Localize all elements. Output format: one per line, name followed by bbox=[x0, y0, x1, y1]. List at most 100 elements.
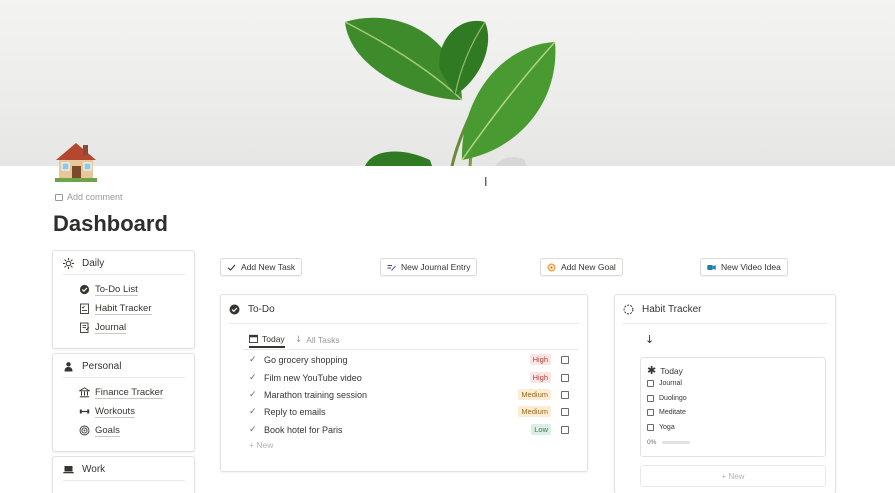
house-emoji-icon[interactable] bbox=[53, 138, 99, 184]
task-name: Marathon training session bbox=[264, 389, 368, 400]
divider bbox=[229, 323, 579, 324]
checkmark-icon: ✓ bbox=[249, 406, 257, 416]
tab-all-tasks[interactable]: ↓ All Tasks bbox=[295, 332, 340, 348]
tab-today[interactable]: Today bbox=[249, 332, 285, 348]
sidebar-item-goals[interactable]: Goals bbox=[63, 421, 184, 440]
todo-title: To-Do bbox=[248, 304, 275, 315]
task-checkbox[interactable] bbox=[561, 355, 569, 364]
habit-item[interactable]: Yoga bbox=[647, 424, 675, 431]
asterisk-icon: ✱ bbox=[647, 364, 657, 377]
habit-checkbox[interactable] bbox=[647, 395, 654, 402]
dumbbell-icon bbox=[79, 406, 90, 417]
page-title[interactable]: Dashboard bbox=[53, 211, 168, 237]
add-new-goal-label: Add New Goal bbox=[561, 262, 616, 272]
person-icon bbox=[63, 361, 74, 372]
progress-label: 0% bbox=[647, 439, 657, 446]
arrow-down-icon: ↓ bbox=[294, 335, 303, 345]
task-name: Reply to emails bbox=[264, 406, 326, 417]
sidebar-item-workouts[interactable]: Workouts bbox=[63, 402, 184, 421]
work-title: Work bbox=[82, 464, 106, 475]
todo-tabs: Today ↓ All Tasks bbox=[249, 332, 340, 348]
add-comment-label: Add comment bbox=[67, 192, 123, 202]
tab-label: Today bbox=[262, 334, 285, 344]
task-checkbox[interactable] bbox=[561, 373, 569, 382]
habit-label: Meditate bbox=[659, 409, 686, 416]
habit-item[interactable]: Duolingo bbox=[647, 395, 687, 402]
today-title: Today bbox=[660, 365, 683, 376]
task-row[interactable]: ✓ Book hotel for Paris Low bbox=[249, 421, 579, 438]
priority-badge: Medium bbox=[518, 406, 551, 417]
task-row[interactable]: ✓ Film new YouTube video High bbox=[249, 369, 579, 386]
add-comment-button[interactable]: Add comment bbox=[55, 192, 123, 202]
daily-heading: Daily bbox=[63, 258, 185, 275]
task-name: Go grocery shopping bbox=[264, 354, 348, 365]
new-journal-entry-label: New Journal Entry bbox=[401, 262, 471, 272]
sidebar-item-journal[interactable]: Journal bbox=[63, 318, 184, 337]
add-new-goal-button[interactable]: Add New Goal bbox=[540, 258, 623, 276]
sidebar-item-habit-tracker[interactable]: Habit Tracker bbox=[63, 299, 184, 318]
habit-tracker-card: Habit Tracker ↓ ✱ Today Journal Duolingo… bbox=[614, 294, 836, 493]
habit-checkbox[interactable] bbox=[647, 380, 654, 387]
checkmark-icon: ✓ bbox=[249, 354, 257, 364]
arrow-down-icon[interactable]: ↓ bbox=[645, 333, 654, 346]
cover-image bbox=[0, 0, 895, 166]
priority-badge: High bbox=[529, 372, 551, 383]
add-new-task-label: Add New Task bbox=[241, 262, 296, 272]
checkmark-circle-icon bbox=[79, 284, 90, 295]
task-checkbox[interactable] bbox=[561, 407, 569, 416]
task-name: Film new YouTube video bbox=[264, 372, 362, 383]
new-habit-button[interactable]: + New bbox=[640, 465, 826, 487]
sidebar-item-todo-list[interactable]: To-Do List bbox=[63, 280, 184, 299]
checkmark-icon: ✓ bbox=[249, 372, 257, 382]
priority-badge: High bbox=[529, 354, 551, 365]
task-row[interactable]: ✓ Marathon training session Medium bbox=[249, 386, 579, 403]
new-video-idea-label: New Video Idea bbox=[721, 262, 781, 272]
task-checkbox[interactable] bbox=[561, 390, 569, 399]
habit-label: Yoga bbox=[659, 424, 675, 431]
sidebar-item-label: Journal bbox=[95, 321, 127, 334]
loading-circle-icon bbox=[623, 304, 634, 315]
checkmark-icon bbox=[227, 263, 236, 272]
text-cursor-icon: I bbox=[484, 175, 488, 189]
todo-heading: To-Do bbox=[229, 304, 275, 315]
new-video-idea-button[interactable]: New Video Idea bbox=[700, 258, 788, 276]
divider bbox=[623, 323, 827, 324]
task-row[interactable]: ✓ Reply to emails Medium bbox=[249, 403, 579, 420]
today-heading: ✱ Today bbox=[647, 364, 683, 377]
add-new-task-button[interactable]: Add New Task bbox=[220, 258, 303, 276]
notebook-icon bbox=[79, 322, 90, 333]
sidebar-item-label: Goals bbox=[95, 424, 120, 437]
task-row[interactable]: ✓ Go grocery shopping High bbox=[249, 351, 579, 368]
new-task-button[interactable]: + New bbox=[249, 440, 273, 450]
plant-illustration bbox=[344, 17, 556, 166]
laptop-icon bbox=[63, 464, 74, 475]
pen-lines-icon bbox=[387, 263, 396, 272]
video-camera-icon bbox=[707, 263, 716, 272]
habit-checkbox[interactable] bbox=[647, 424, 654, 431]
sun-icon bbox=[63, 258, 74, 269]
divider bbox=[243, 349, 579, 350]
task-name: Book hotel for Paris bbox=[264, 424, 343, 435]
sidebar-item-label: Workouts bbox=[95, 405, 135, 418]
tab-label: All Tasks bbox=[306, 335, 340, 345]
habit-progress: 0% bbox=[647, 439, 691, 446]
work-heading: Work bbox=[63, 464, 185, 481]
habit-item[interactable]: Meditate bbox=[647, 409, 686, 416]
todo-card: To-Do Today ↓ All Tasks ✓ Go grocery sho… bbox=[220, 294, 588, 472]
progress-bar bbox=[662, 441, 691, 444]
sidebar-item-finance-tracker[interactable]: Finance Tracker bbox=[63, 383, 184, 402]
personal-heading: Personal bbox=[63, 361, 185, 378]
habit-heading: Habit Tracker bbox=[623, 304, 701, 315]
habit-item[interactable]: Journal bbox=[647, 380, 682, 387]
task-checkbox[interactable] bbox=[561, 425, 569, 434]
habit-checkbox[interactable] bbox=[647, 409, 654, 416]
habit-today-card[interactable]: ✱ Today Journal Duolingo Meditate Yoga 0… bbox=[640, 357, 826, 457]
priority-badge: Low bbox=[531, 424, 551, 435]
sidebar-item-label: Habit Tracker bbox=[95, 302, 152, 315]
target-icon bbox=[79, 425, 90, 436]
checkmark-icon: ✓ bbox=[249, 389, 257, 399]
personal-title: Personal bbox=[82, 361, 122, 372]
new-journal-entry-button[interactable]: New Journal Entry bbox=[380, 258, 478, 276]
habit-label: Duolingo bbox=[659, 395, 687, 402]
target-icon bbox=[547, 263, 556, 272]
